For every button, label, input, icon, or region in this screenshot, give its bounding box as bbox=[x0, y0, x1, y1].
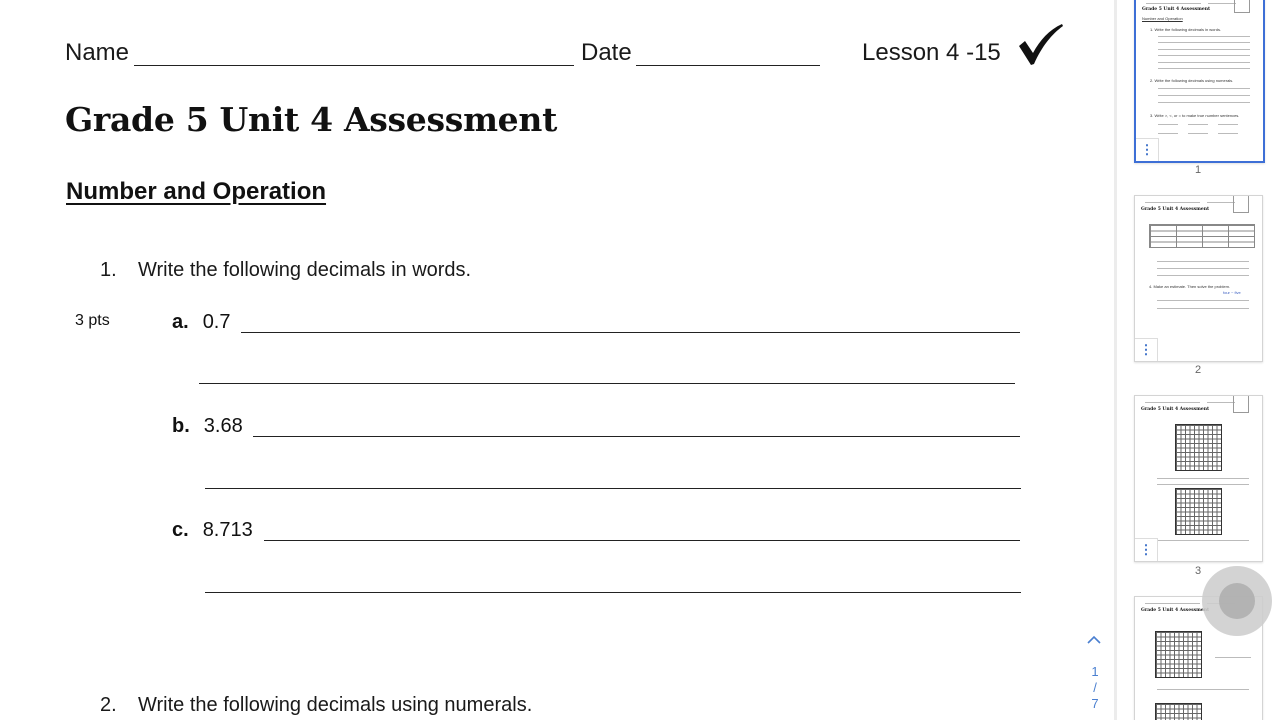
question-1-number: 1. bbox=[100, 259, 117, 281]
scroll-up-icon[interactable] bbox=[1087, 632, 1101, 648]
item-value: 0.7 bbox=[202, 311, 231, 333]
name-label: Name bbox=[65, 39, 130, 66]
thumbnail-page-number: 1 bbox=[1194, 164, 1202, 176]
page-indicator: 1 / 7 bbox=[1084, 664, 1106, 712]
date-label: Date bbox=[581, 39, 632, 66]
answer-line[interactable] bbox=[253, 436, 1020, 437]
answer-line[interactable] bbox=[205, 488, 1021, 489]
answer-line[interactable] bbox=[241, 332, 1020, 333]
answer-line[interactable] bbox=[264, 540, 1020, 541]
page-thumbnail-2[interactable]: Grade 5 Unit 4 Assessment 4. Make an est… bbox=[1134, 195, 1263, 362]
date-blank bbox=[636, 65, 820, 66]
section-heading: Number and Operation bbox=[66, 178, 327, 205]
total-pages: 7 bbox=[1091, 696, 1099, 711]
zoom-control[interactable] bbox=[1202, 566, 1272, 636]
vertical-dots-icon[interactable]: ⋮ bbox=[1136, 138, 1159, 161]
question-2-prompt: Write the following decimals using numer… bbox=[138, 694, 533, 716]
vertical-dots-icon[interactable]: ⋮ bbox=[1135, 338, 1158, 361]
page-separator: / bbox=[1093, 680, 1097, 695]
answer-line[interactable] bbox=[205, 592, 1021, 593]
page-thumbnail-1[interactable]: Grade 5 Unit 4 Assessment Number and Ope… bbox=[1134, 0, 1265, 163]
answer-item-c: c. 8.713 bbox=[172, 519, 253, 542]
item-value: 3.68 bbox=[203, 415, 243, 437]
document-page: Name Date Lesson 4 -15 Grade 5 Unit 4 As… bbox=[0, 0, 1112, 720]
page-thumbnail-3[interactable]: Grade 5 Unit 4 Assessment ⋮ bbox=[1134, 395, 1263, 562]
thumbnail-page-number: 2 bbox=[1194, 364, 1202, 376]
item-letter: a. bbox=[172, 311, 189, 333]
answer-line[interactable] bbox=[199, 383, 1015, 384]
item-letter: b. bbox=[172, 415, 190, 437]
answer-item-b: b. 3.68 bbox=[172, 415, 243, 438]
answer-item-a: a. 0.7 bbox=[172, 311, 231, 334]
name-blank bbox=[134, 65, 574, 66]
item-value: 8.713 bbox=[202, 519, 253, 541]
checkmark-icon bbox=[1019, 24, 1063, 65]
question-1-prompt: Write the following decimals in words. bbox=[138, 259, 472, 281]
zoom-handle-icon[interactable] bbox=[1219, 583, 1255, 619]
thumbnail-page-number: 3 bbox=[1194, 565, 1202, 577]
points-label: 3 pts bbox=[75, 312, 110, 329]
item-letter: c. bbox=[172, 519, 189, 541]
page-title: Grade 5 Unit 4 Assessment bbox=[65, 100, 558, 139]
lesson-label: Lesson 4 -15 bbox=[862, 39, 1001, 66]
question-2-number: 2. bbox=[100, 694, 117, 716]
current-page: 1 bbox=[1091, 664, 1099, 679]
vertical-dots-icon[interactable]: ⋮ bbox=[1135, 538, 1158, 561]
